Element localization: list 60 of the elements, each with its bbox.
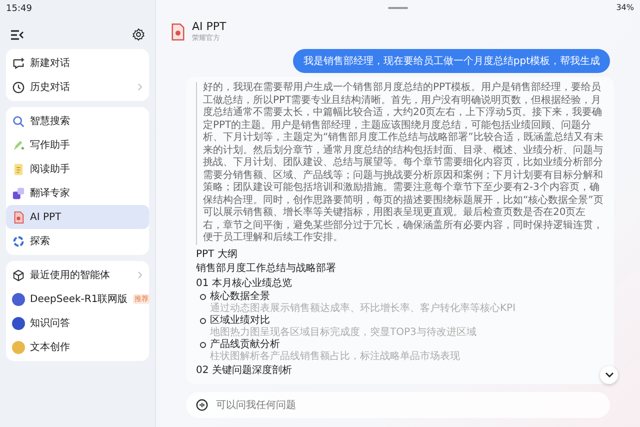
sidebar-item-label: 最近使用的智能体 bbox=[30, 268, 110, 282]
sidebar-item[interactable]: 写作助手 bbox=[6, 133, 149, 157]
translate-icon bbox=[12, 186, 25, 200]
sidebar-item-label: 新建对话 bbox=[30, 56, 70, 70]
battery-level: 34% bbox=[616, 3, 634, 12]
explore-icon bbox=[12, 234, 25, 248]
sidebar-item[interactable]: 新建对话 bbox=[6, 51, 149, 75]
sidebar-item[interactable]: 阅读助手 bbox=[6, 157, 149, 181]
sidebar-item-label: DeepSeek-R1联网版 bbox=[30, 293, 128, 306]
agent-avatar-icon bbox=[12, 292, 25, 306]
agent-avatar-icon bbox=[12, 316, 25, 330]
outline-item-description: 通过动态图表展示销售额达成率、环比增长率、客户转化率等核心KPI bbox=[209, 302, 517, 314]
sidebar-item[interactable]: 智慧搜索 bbox=[6, 109, 149, 133]
section-heading: 02 关键问题深度剖析 bbox=[196, 364, 293, 378]
document-icon bbox=[12, 162, 25, 176]
chat-input-field[interactable]: 可以问我任何问题 bbox=[186, 392, 610, 418]
status-time: 15:49 bbox=[6, 4, 32, 14]
sidebar-item[interactable]: 最近使用的智能体 bbox=[6, 263, 149, 287]
sidebar-item[interactable]: AI PPT bbox=[6, 205, 149, 229]
chevron-down-icon bbox=[604, 372, 614, 378]
presentation-file-icon bbox=[12, 210, 25, 224]
sidebar-item[interactable]: 探索 bbox=[6, 229, 149, 253]
chat-title: AI PPT bbox=[192, 20, 226, 33]
search-icon bbox=[12, 114, 25, 128]
outline-item-description: 柱状图解析各产品线销售额占比，标注战略单品市场表现 bbox=[209, 350, 461, 362]
outline-item-title: 产品线贡献分析 bbox=[210, 338, 280, 350]
agent-avatar-icon bbox=[12, 340, 25, 354]
outline-item-title: 区域业绩对比 bbox=[210, 314, 270, 326]
reasoning-text: 好的，我现在需要帮用户生成一个销售部月度总结的PPT模板。用户是销售部经理，要给员工做总结，所以PPT需要专业且结构清晰。首先，用户没有明确说明页数，但根据经验，月度总结通常不需要太长，中篇幅比较合适，大约20页左右，上下浮动5页。接下来，我要确定PPT的主题。用户是销售部经理，主题应该围绕月度总结，可能包括业绩回顾、问题分析、下月计划等，主题定为“销售部月度工作总结与战略部署”比较合适，既涵盖总结又有未来的计划。然后划分章节，通常月度总结的结构包括封面、目录、概述、业绩分析、问题与挑战、下月计划、团队建设、总结与展望等。每个章节需要细化内容页，比如业绩分析部分需要分销售额、区域、产品线等；问题与挑战要分析原因和案例；下月计划要有目标分解和策略；团队建设可能包括培训和激励措施。需要注意每个章节下至少要有2-3个内容页，确保结构合理。同时，创作思路要简明，每页的描述要围绕标题展开，比如“核心数据全景”页可以展示销售额、增长率等关键指标，用图表呈现更直观。最后检查页数是否在20页左右，章节之间平衡，避免某些部分过于冗长，确保涵盖所有必要内容，同时保持逻辑连贯，便于员工理解和后续工作安排。 bbox=[196, 82, 604, 244]
scroll-down-button[interactable] bbox=[600, 366, 618, 384]
section-heading: 01 本月核心业绩总览 bbox=[196, 276, 293, 290]
bullet-icon bbox=[200, 318, 206, 324]
sidebar-item[interactable]: 翻译专家 bbox=[6, 181, 149, 205]
user-message: 我是销售部经理，现在要给员工做一个月度总结ppt模板，帮我生成 bbox=[293, 49, 610, 73]
pen-icon bbox=[12, 138, 25, 152]
outline-item-description: 地图热力图呈现各区域目标完成度，突显TOP3与待改进区域 bbox=[209, 326, 478, 338]
sidebar-item[interactable]: 历史对话 bbox=[6, 75, 149, 99]
sidebar-item-label: 翻译专家 bbox=[30, 186, 70, 200]
sidebar-item-label: 智慧搜索 bbox=[30, 114, 70, 128]
cube-icon bbox=[12, 268, 25, 282]
drag-handle[interactable] bbox=[388, 7, 408, 9]
bullet-icon bbox=[200, 342, 206, 348]
collapse-sidebar-icon[interactable] bbox=[10, 28, 24, 40]
sidebar-item-label: 写作助手 bbox=[30, 138, 70, 152]
settings-icon[interactable] bbox=[132, 28, 145, 41]
sidebar-item-label: AI PPT bbox=[30, 212, 62, 222]
outline-item-title: 核心数据全景 bbox=[210, 290, 270, 302]
outline-label: PPT 大纲 bbox=[196, 248, 238, 262]
sidebar-item-label: 探索 bbox=[30, 234, 50, 248]
outline-title: 销售部月度工作总结与战略部署 bbox=[196, 262, 337, 276]
clock-icon bbox=[12, 80, 25, 94]
sidebar-item-label: 文本创作 bbox=[30, 340, 70, 354]
sidebar-item-label: 阅读助手 bbox=[30, 162, 70, 176]
bullet-icon bbox=[200, 294, 206, 300]
sidebar-item-label: 知识问答 bbox=[30, 317, 70, 330]
chat-plus-icon bbox=[12, 56, 25, 70]
sidebar-item[interactable]: 文本创作 bbox=[6, 335, 149, 359]
sidebar-item-label: 历史对话 bbox=[30, 80, 70, 94]
sidebar-item[interactable]: 知识问答 bbox=[6, 311, 149, 335]
presentation-file-icon bbox=[170, 22, 186, 40]
